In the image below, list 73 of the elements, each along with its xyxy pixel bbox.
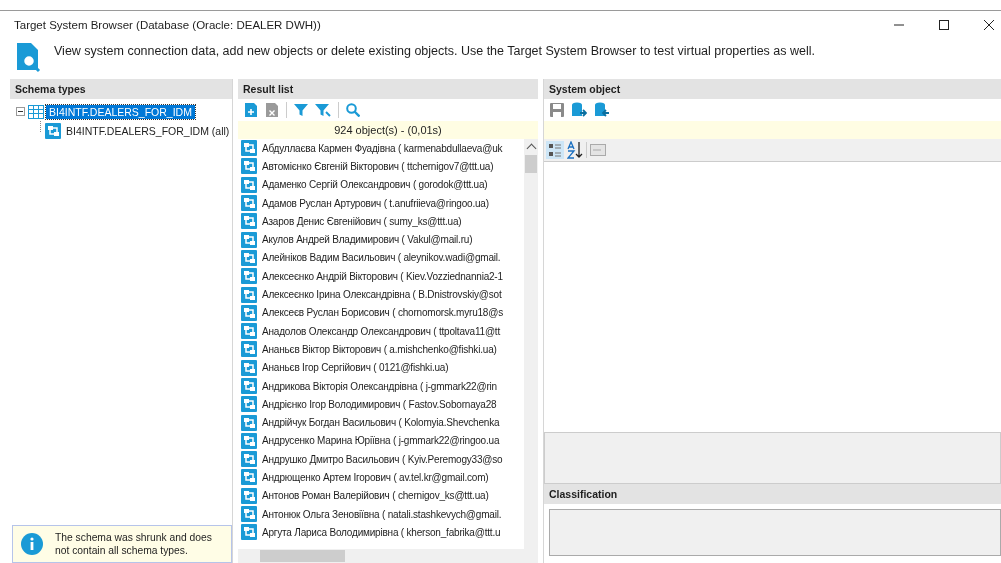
list-item[interactable]: Андрусенко Марина Юріївна ( j-gmmark22@ringoo.ua <box>262 435 500 447</box>
object-icon <box>241 323 257 340</box>
tree-item[interactable]: BI4INTF.DEALERS_FOR_IDM <box>46 104 195 119</box>
filter-icon[interactable] <box>294 103 308 117</box>
database-export-icon[interactable] <box>571 102 587 118</box>
panel-header: Schema types <box>10 79 232 99</box>
object-icon <box>241 213 257 230</box>
list-item[interactable]: Андрієнко Ігор Володимирович ( Fastov.Sobornaya28 <box>262 398 497 410</box>
description-text: View system connection data, add new objects or delete existing objects. Use the Target System Browser to test virtual properties as well. <box>54 44 816 58</box>
object-icon <box>241 268 257 285</box>
object-icon <box>241 359 257 376</box>
object-icon <box>241 414 257 431</box>
list-item[interactable]: Акулов Андрей Владимирович ( Vakul@mail.ru) <box>262 234 473 246</box>
filter-edit-icon[interactable] <box>315 103 331 117</box>
object-icon <box>45 122 61 139</box>
object-icon <box>241 231 257 248</box>
list-item[interactable]: Абдуллаєва Кармен Фуадівна ( karmenabdullaeva@uk <box>262 142 503 154</box>
table-icon <box>28 104 44 119</box>
object-icon <box>241 195 257 212</box>
object-icon <box>241 140 257 157</box>
object-icon <box>241 249 257 266</box>
object-icon <box>241 506 257 523</box>
categorized-view-icon[interactable] <box>546 141 564 159</box>
list-item[interactable]: Адаменко Сергій Олександрович ( gorodok@ttt.ua) <box>262 179 488 191</box>
object-icon <box>241 524 257 541</box>
object-icon <box>241 304 257 321</box>
list-item[interactable]: Андрійчук Богдан Васильович ( Kolomyia.Shevchenka <box>262 417 500 429</box>
collapse-icon[interactable] <box>16 107 25 116</box>
result-count: 924 object(s) - (0,01s) <box>238 121 538 139</box>
list-item[interactable]: Алейніков Вадим Васильович ( aleynikov.wadi@gmail. <box>262 252 501 264</box>
list-item[interactable]: Аргута Лариса Володимирівна ( kherson_fabrika@ttt.u <box>262 526 501 538</box>
list-item[interactable]: Ананьєв Ігор Сергійович ( 0121@fishki.ua) <box>262 362 449 374</box>
add-icon[interactable] <box>244 102 258 118</box>
sort-alphabetical-icon[interactable] <box>567 141 583 159</box>
info-icon <box>21 533 43 555</box>
panel-header: Classification <box>544 484 1001 504</box>
save-icon[interactable] <box>550 103 564 117</box>
list-item[interactable]: Андрющенко Артем Ігорович ( av.tel.kr@gmail.com) <box>262 472 489 483</box>
object-icon <box>241 378 257 394</box>
object-icon <box>241 432 257 449</box>
horizontal-scrollbar[interactable] <box>238 549 538 563</box>
list-item[interactable]: Антонов Роман Валерійович ( chernigov_ks@ttt.ua) <box>262 490 489 502</box>
list-item[interactable]: Алексеєв Руслан Борисович ( chornomorsk.myru18@s <box>262 307 503 319</box>
info-message: The schema was shrunk and does not contain all schema types. <box>55 531 213 557</box>
list-item[interactable]: Азаров Денис Євгенійович ( sumy_ks@ttt.ua) <box>262 215 462 227</box>
property-pages-icon[interactable] <box>590 142 606 158</box>
object-icon <box>241 469 257 486</box>
object-icon <box>241 158 257 175</box>
object-icon <box>241 341 257 358</box>
list-item[interactable]: Алексеєнко Андрій Вікторович ( Kiev.Vozziednannia2-1 <box>262 270 503 282</box>
maximize-icon[interactable] <box>938 18 950 31</box>
object-icon <box>241 176 257 193</box>
list-item[interactable]: Автомієнко Євгеній Вікторович ( ttchernigov7@ttt.ua) <box>262 160 494 172</box>
vertical-scrollbar[interactable] <box>524 139 538 549</box>
window-title: Target System Browser (Database (Oracle: DEALER DWH)) <box>14 18 322 31</box>
close-icon[interactable] <box>983 18 995 31</box>
object-icon <box>241 451 257 468</box>
tree-item[interactable]: BI4INTF.DEALERS_FOR_IDM (all) <box>63 123 233 138</box>
panel-header: System object <box>544 79 1001 99</box>
list-item[interactable]: Адамов Руслан Артурович ( t.anufriieva@ringoo.ua) <box>262 197 489 209</box>
object-icon <box>241 487 257 504</box>
list-item[interactable]: Алексеєнко Ірина Олександрівна ( B.Dnistrovskiy@sot <box>262 289 502 300</box>
object-icon <box>241 396 257 413</box>
database-import-icon[interactable] <box>594 102 610 118</box>
delete-icon[interactable] <box>265 102 279 118</box>
list-item[interactable]: Ананьєв Віктор Вікторович ( a.mishchenko@fishki.ua) <box>262 343 497 355</box>
object-icon <box>241 286 257 303</box>
list-item[interactable]: Антонюк Ольга Зеновіївна ( natali.stashkevych@gmail. <box>262 508 502 520</box>
search-icon[interactable] <box>346 103 360 117</box>
list-item[interactable]: Андрикова Вікторія Олександрівна ( j-gmmark22@rin <box>262 380 497 392</box>
panel-header: Result list <box>238 79 538 99</box>
list-item[interactable]: Андрушко Дмитро Васильович ( Kyiv.Peremogy33@so <box>262 453 503 465</box>
list-item[interactable]: Анадолов Олександр Олександрович ( ttpoltava11@tt <box>262 325 501 337</box>
